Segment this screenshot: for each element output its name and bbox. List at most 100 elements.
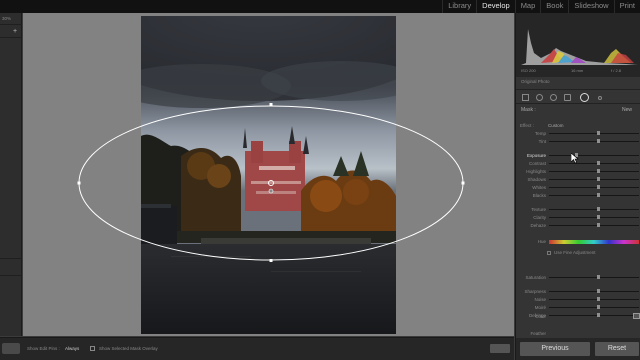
show-edit-pins-label: Show Edit Pins : — [27, 346, 60, 351]
module-print[interactable]: Print — [613, 0, 640, 13]
radial-mask-overlay[interactable] — [23, 13, 514, 336]
slider-clarity[interactable]: Clarity — [516, 214, 640, 221]
mask-new-button[interactable]: New — [622, 107, 632, 113]
effect-preset-select[interactable]: Custom — [548, 123, 564, 128]
radial-mask-ellipse — [78, 105, 464, 261]
spot-removal-icon[interactable] — [536, 94, 543, 101]
slider-track[interactable] — [549, 299, 639, 300]
slider-knob[interactable] — [597, 139, 600, 143]
reset-button[interactable]: Reset — [595, 342, 639, 356]
color-row: Color — [516, 313, 640, 320]
slider-track[interactable] — [549, 179, 639, 180]
slider-knob[interactable] — [597, 161, 600, 165]
hue-slider[interactable] — [549, 240, 639, 244]
slider-highlights[interactable]: Highlights — [516, 168, 640, 175]
slider-knob[interactable] — [597, 177, 600, 181]
add-preset-icon[interactable]: + — [13, 28, 17, 35]
show-edit-pins-select[interactable]: Always — [65, 346, 79, 351]
graduated-filter-icon[interactable] — [564, 94, 571, 101]
slider-track[interactable] — [549, 217, 639, 218]
mask-pin-icon — [268, 180, 274, 186]
view-mode-button[interactable] — [2, 343, 20, 354]
slider-texture[interactable]: Texture — [516, 206, 640, 213]
slider-noise[interactable]: Noise — [516, 296, 640, 303]
slider-knob[interactable] — [597, 289, 600, 293]
slider-knob[interactable] — [597, 193, 600, 197]
histogram-aperture: f / 2.8 — [611, 68, 622, 73]
slider-track[interactable] — [549, 163, 639, 164]
slider-track[interactable] — [549, 307, 639, 308]
slider-track[interactable] — [549, 291, 639, 292]
divider — [0, 37, 22, 38]
mask-pin-secondary-icon — [268, 188, 274, 194]
slider-label: Sharpness — [524, 289, 546, 294]
slider-label: Whites — [532, 185, 546, 190]
slider-shadows[interactable]: Shadows — [516, 176, 640, 183]
slider-knob[interactable] — [597, 305, 600, 309]
slider-knob[interactable] — [597, 297, 600, 301]
slider-saturation[interactable]: Saturation — [516, 274, 640, 281]
histogram-iso: ISO 200 — [521, 68, 536, 73]
brush-icon[interactable] — [598, 96, 602, 100]
show-overlay-checkbox[interactable] — [90, 346, 95, 351]
slider-moir[interactable]: Moiré — [516, 304, 640, 311]
left-panel: 30% + — [0, 13, 22, 336]
fine-hue-label: Use Fine Adjustment — [554, 250, 596, 255]
module-develop[interactable]: Develop — [476, 0, 515, 13]
slider-knob[interactable] — [597, 207, 600, 211]
slider-knob[interactable] — [597, 185, 600, 189]
photo-canvas[interactable] — [23, 13, 514, 336]
slider-whites[interactable]: Whites — [516, 184, 640, 191]
slider-track[interactable] — [549, 187, 639, 188]
slider-track[interactable] — [549, 141, 639, 142]
slider-track[interactable] — [549, 155, 639, 156]
divider — [0, 24, 22, 25]
original-photo-label: Original Photo — [521, 79, 550, 84]
color-label: Color — [535, 314, 546, 319]
crop-tool-icon[interactable] — [522, 94, 529, 101]
divider — [0, 258, 22, 259]
slider-label: Clarity — [533, 215, 546, 220]
slider-track[interactable] — [549, 171, 639, 172]
module-slideshow[interactable]: Slideshow — [568, 0, 613, 13]
done-button[interactable] — [490, 344, 510, 353]
slider-track[interactable] — [549, 225, 639, 226]
slider-dehaze[interactable]: Dehaze — [516, 222, 640, 229]
slider-knob[interactable] — [597, 275, 600, 279]
slider-label: Shadows — [527, 177, 546, 182]
previous-button[interactable]: Previous — [520, 342, 590, 356]
slider-label: Highlights — [526, 169, 546, 174]
slider-label: Blacks — [532, 193, 546, 198]
slider-knob[interactable] — [597, 169, 600, 173]
color-swatch[interactable] — [633, 313, 640, 319]
module-library[interactable]: Library — [442, 0, 476, 13]
mask-handle-bottom — [269, 259, 273, 262]
slider-label: Noise — [534, 297, 546, 302]
slider-track[interactable] — [549, 277, 639, 278]
slider-track[interactable] — [549, 209, 639, 210]
mask-label: Mask : — [521, 107, 536, 113]
module-map[interactable]: Map — [514, 0, 541, 13]
slider-knob[interactable] — [597, 131, 600, 135]
slider-label: Temp — [534, 131, 546, 136]
navigator-zoom[interactable]: 30% — [2, 16, 11, 21]
slider-label: Contrast — [528, 161, 546, 166]
module-book[interactable]: Book — [540, 0, 568, 13]
slider-track[interactable] — [549, 133, 639, 134]
top-module-bar: Library Develop Map Book Slideshow Print — [0, 0, 640, 13]
histogram[interactable]: ISO 200 16 mm f / 2.8 — [516, 13, 640, 77]
slider-label: Dehaze — [530, 223, 546, 228]
red-eye-icon[interactable] — [550, 94, 557, 101]
slider-knob[interactable] — [597, 215, 600, 219]
slider-temp[interactable]: Temp — [516, 130, 640, 137]
slider-track[interactable] — [549, 195, 639, 196]
radial-filter-icon[interactable] — [580, 93, 589, 102]
fine-hue-checkbox[interactable] — [547, 251, 551, 255]
feather-row: Feather — [516, 330, 640, 337]
slider-blacks[interactable]: Blacks — [516, 192, 640, 199]
feather-label: Feather — [530, 331, 546, 336]
slider-sharpness[interactable]: Sharpness — [516, 288, 640, 295]
slider-tint[interactable]: Tint — [516, 138, 640, 145]
mouse-cursor-icon — [571, 153, 579, 164]
slider-knob[interactable] — [597, 223, 600, 227]
